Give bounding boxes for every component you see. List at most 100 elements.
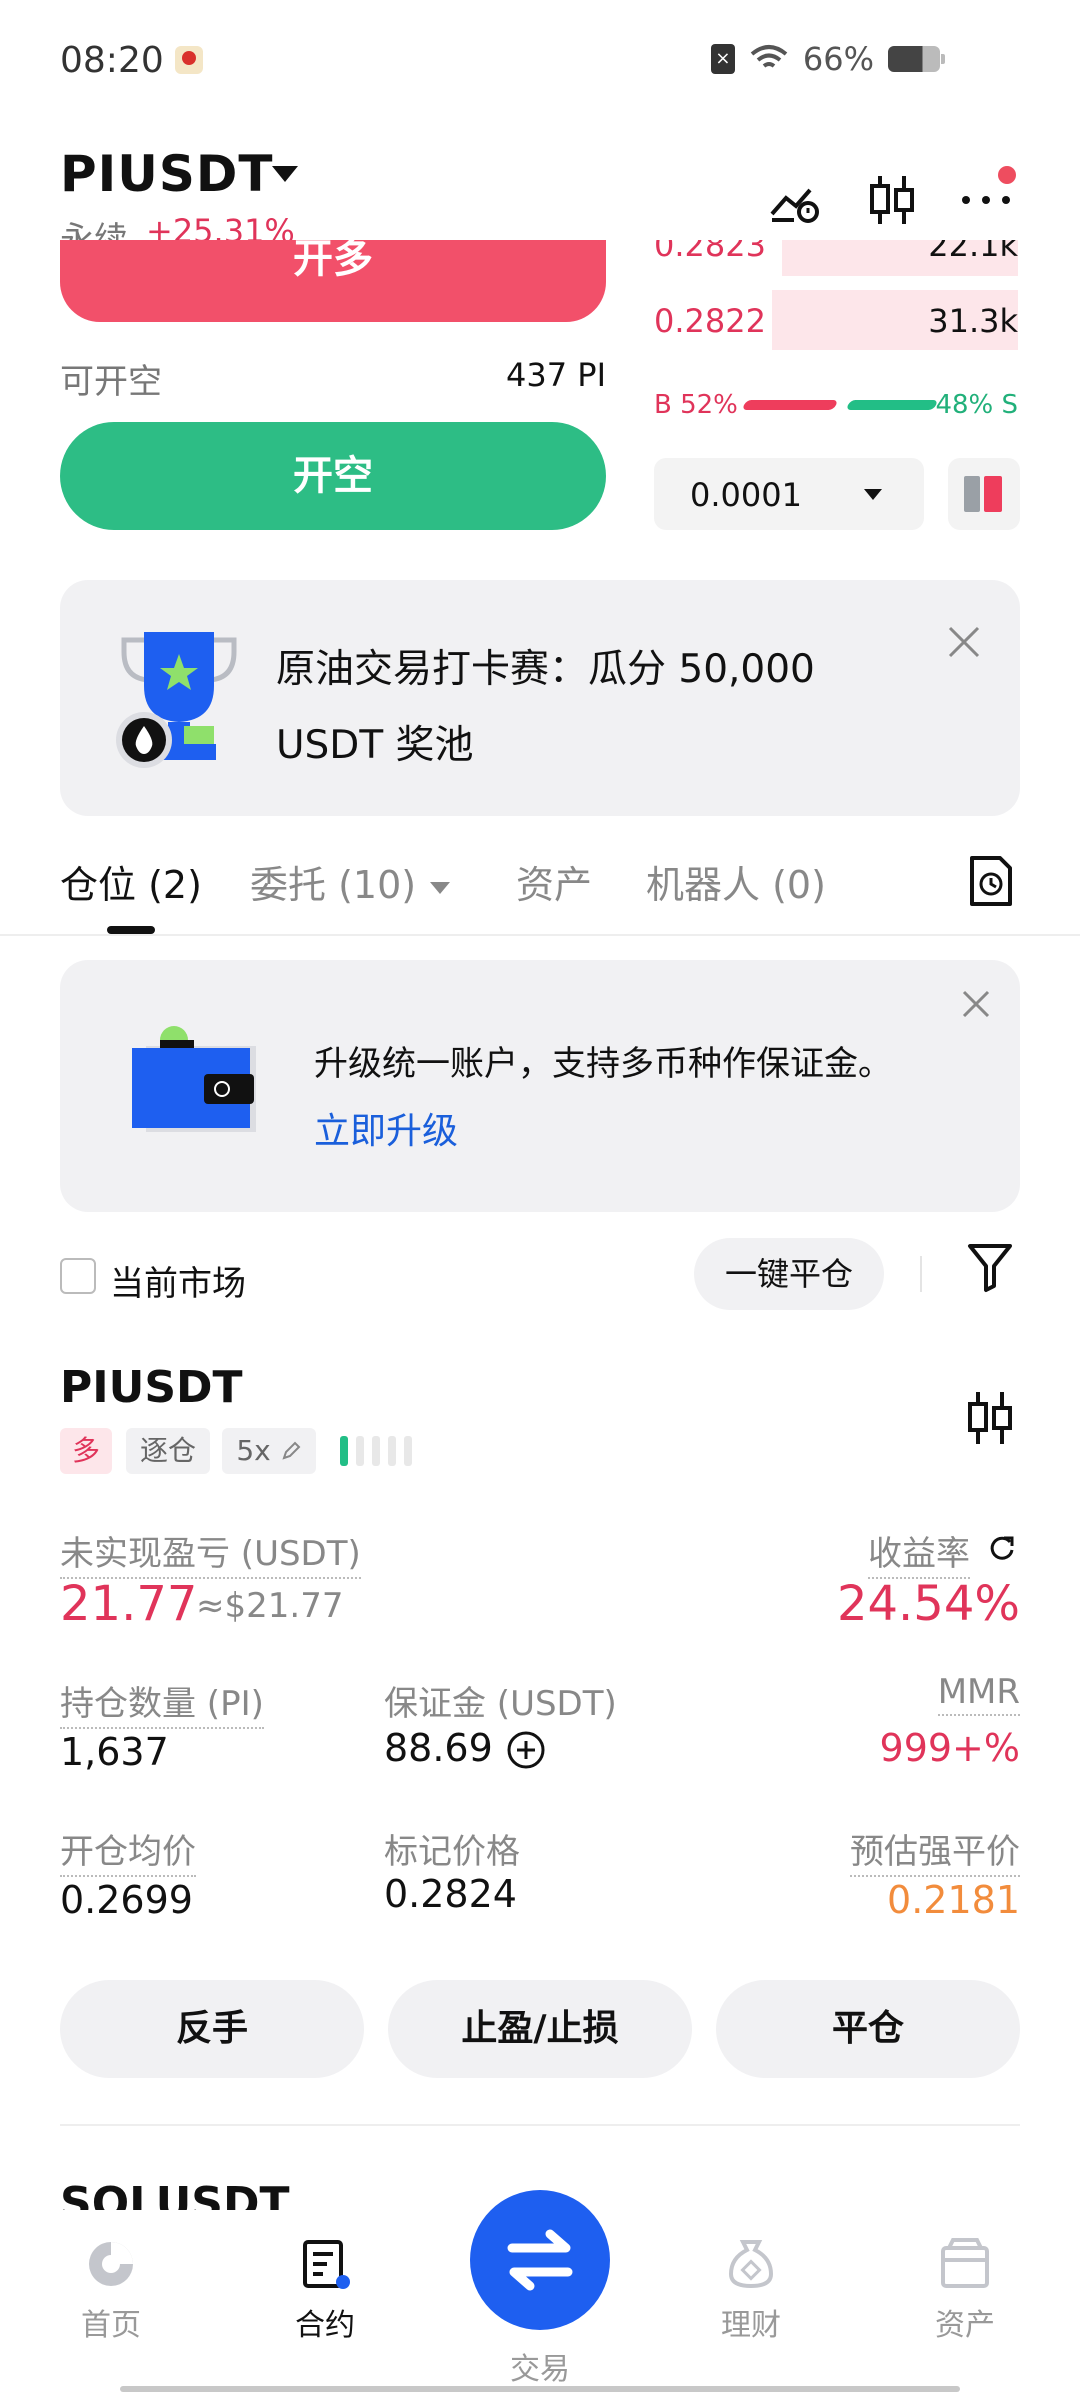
position-tabs: 仓位 (2) 委托 (10) 资产 机器人 (0): [0, 840, 1080, 936]
entry-price-label[interactable]: 开仓均价: [60, 1824, 196, 1877]
leverage-value: 5x: [236, 1434, 271, 1467]
upgrade-now-link[interactable]: 立即升级: [314, 1102, 458, 1154]
close-icon[interactable]: [944, 622, 984, 662]
orderbook-price: 0.2822: [654, 302, 766, 340]
caret-down-icon: [430, 881, 451, 894]
tab-active-indicator: [107, 926, 155, 934]
tab-bots[interactable]: 机器人 (0): [646, 854, 826, 909]
pnl-label[interactable]: 未实现盈亏 (USDT): [60, 1526, 361, 1579]
assets-icon: [941, 2238, 989, 2288]
nav-assets-label: 资产: [935, 2308, 995, 2343]
position-symbol[interactable]: PIUSDT: [60, 1362, 243, 1413]
tab-assets[interactable]: 资产: [516, 854, 592, 909]
edit-icon: [282, 1441, 301, 1460]
roe-label[interactable]: 收益率: [868, 1526, 970, 1579]
current-market-checkbox[interactable]: [60, 1258, 96, 1294]
candlestick-chart-icon[interactable]: [962, 1388, 1018, 1448]
candlestick-chart-icon[interactable]: [862, 170, 922, 230]
nav-earn-label: 理财: [721, 2308, 781, 2343]
available-label: 可开空: [60, 362, 162, 402]
mmr-value: 999+%: [879, 1726, 1020, 1770]
tab-orders-label: 委托 (10): [250, 863, 417, 907]
status-time: 08:20: [60, 40, 164, 81]
liq-price-label[interactable]: 预估强平价: [850, 1824, 1020, 1877]
status-bar: 08:20 × 66%: [0, 0, 1080, 120]
position-symbol[interactable]: SOLUSDT: [60, 2178, 290, 2214]
liq-price-value: 0.2181: [887, 1878, 1020, 1922]
margin-mode-badge: 逐仓: [126, 1428, 210, 1474]
upgrade-account-banner[interactable]: 升级统一账户，支持多币种作保证金。 立即升级: [60, 960, 1020, 1212]
filter-icon[interactable]: [966, 1240, 1014, 1294]
buy-ratio: B 52%: [654, 390, 738, 420]
tab-positions[interactable]: 仓位 (2): [60, 854, 202, 909]
nav-futures[interactable]: 合约: [250, 2236, 400, 2344]
size-value: 1,637: [60, 1730, 169, 1774]
buy-sell-ratio: B 52% 48% S: [652, 388, 1018, 424]
adl-indicator: [340, 1436, 420, 1466]
caret-down-icon: [864, 489, 882, 500]
precision-value: 0.0001: [690, 476, 802, 514]
orderbook-qty: 31.3k: [928, 302, 1018, 340]
price-alert-icon[interactable]: [764, 170, 824, 230]
open-long-button[interactable]: 开多: [60, 240, 606, 322]
caret-down-icon[interactable]: [272, 166, 298, 182]
tp-sl-button[interactable]: 止盈/止损: [388, 1980, 692, 2078]
side-badge: 多: [60, 1428, 112, 1474]
divider: [60, 2124, 1020, 2126]
wallet-icon: [132, 1026, 256, 1132]
close-position-button[interactable]: 平仓: [716, 1980, 1020, 2078]
divider: [920, 1256, 922, 1292]
nav-home[interactable]: 首页: [36, 2236, 186, 2344]
size-label[interactable]: 持仓数量 (PI): [60, 1676, 264, 1729]
share-icon[interactable]: [986, 1532, 1018, 1564]
pnl-approx: ≈$21.77: [196, 1586, 344, 1626]
pnl-value: 21.77: [60, 1576, 198, 1632]
swap-icon: [507, 2229, 573, 2291]
home-icon: [89, 2242, 133, 2286]
battery-percent: 66%: [802, 40, 874, 78]
entry-price-value: 0.2699: [60, 1878, 193, 1922]
earn-icon: [728, 2240, 774, 2289]
mark-price-label: 标记价格: [384, 1832, 520, 1872]
add-margin-icon[interactable]: [506, 1730, 546, 1770]
orderbook-qty: 22.1k: [928, 240, 1018, 264]
precision-select[interactable]: 0.0001: [654, 458, 924, 530]
futures-icon: [303, 2240, 350, 2289]
orderbook-layout-icon[interactable]: [948, 458, 1020, 530]
notification-icon: [175, 46, 203, 74]
nav-home-label: 首页: [81, 2308, 141, 2343]
sim-off-icon: ×: [710, 44, 735, 74]
close-all-button[interactable]: 一键平仓: [694, 1238, 884, 1310]
margin-value: 88.69: [384, 1726, 493, 1770]
tab-orders[interactable]: 委托 (10): [250, 854, 451, 909]
available-value: 437 PI: [506, 356, 606, 394]
open-short-button[interactable]: 开空: [60, 422, 606, 530]
promo-banner[interactable]: 原油交易打卡赛：瓜分 50,000 USDT 奖池: [60, 580, 1020, 816]
open-long-label: 开多: [293, 240, 373, 282]
nav-futures-label: 合约: [295, 2308, 355, 2343]
pair-selector[interactable]: PIUSDT: [60, 145, 273, 203]
nav-assets[interactable]: 资产: [890, 2236, 1040, 2344]
buy-ratio-bar: [741, 400, 839, 410]
wifi-icon: [750, 45, 788, 68]
orderbook-ask-row[interactable]: 0.2822 31.3k: [652, 290, 1018, 350]
orderbook-price: 0.2823: [654, 240, 766, 264]
trade-button[interactable]: [470, 2190, 610, 2330]
notification-dot: [998, 166, 1016, 184]
leverage-badge[interactable]: 5x: [222, 1428, 316, 1474]
orderbook-ask-row[interactable]: 0.2823 22.1k: [652, 240, 1018, 276]
sell-ratio: 48% S: [935, 390, 1018, 420]
close-icon[interactable]: [960, 988, 992, 1020]
nav-trade-label: 交易: [510, 2352, 570, 2387]
battery-icon: [888, 46, 945, 72]
reverse-button[interactable]: 反手: [60, 1980, 364, 2078]
order-history-icon[interactable]: [966, 854, 1014, 908]
upgrade-text: 升级统一账户，支持多币种作保证金。: [314, 1044, 892, 1084]
current-market-label[interactable]: 当前市场: [110, 1256, 246, 1305]
nav-earn[interactable]: 理财: [676, 2236, 826, 2344]
mmr-label[interactable]: MMR: [937, 1672, 1020, 1716]
gesture-bar[interactable]: [120, 2386, 960, 2392]
margin-label: 保证金 (USDT): [384, 1684, 617, 1724]
sell-ratio-bar: [845, 400, 939, 410]
status-indicators: × 66%: [710, 40, 945, 78]
